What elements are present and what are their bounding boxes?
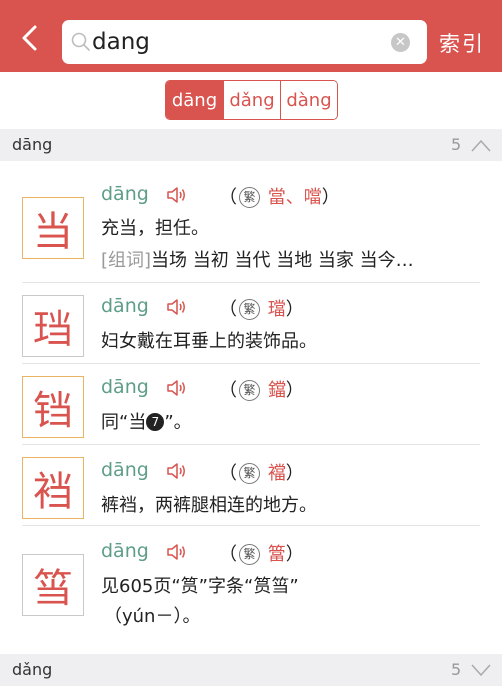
entry-pinyin: dāng (101, 459, 149, 481)
search-icon (71, 32, 90, 51)
chevron-up-icon[interactable] (470, 136, 492, 154)
section-header-dang-tone3[interactable]: dǎng 5 (0, 654, 502, 686)
speaker-icon[interactable] (166, 461, 188, 481)
entry-definition: 妇女戴在耳垂上的装饰品。 (101, 331, 317, 352)
section-count: 5 (451, 660, 462, 679)
traditional-form: （繁 襠） (219, 463, 304, 484)
traditional-form: （繁 當、噹） (219, 187, 340, 208)
top-bar: ✕ 索引 (0, 0, 502, 72)
character-box: 筜 (22, 554, 84, 616)
section-pinyin-label: dāng (12, 135, 53, 154)
chevron-down-icon[interactable] (470, 661, 492, 679)
character-box: 当 (22, 197, 84, 259)
search-input[interactable] (92, 25, 382, 59)
tone-tabs: dāng dǎng dàng (165, 80, 338, 120)
entry-definition: 充当，担任。 (101, 218, 209, 239)
character-box: 铛 (22, 376, 84, 438)
tab-dang-tone4[interactable]: dàng (280, 81, 337, 119)
entry-definition: 见605页“筼”字条“筼筜” (101, 576, 299, 597)
list-item[interactable]: 铛 dāng （繁 鐺） 同“当 7”。 (0, 364, 502, 444)
list-item[interactable]: 当 dāng （繁 當、噹） 充当，担任。 [组词]当场 当初 当代 当地 当家… (0, 177, 502, 282)
compound-words[interactable]: [组词]当场 当初 当代 当地 当家 当今… (101, 246, 414, 272)
section-count: 5 (451, 135, 462, 154)
index-button[interactable]: 索引 (439, 28, 485, 58)
entry-pinyin: dāng (101, 183, 149, 205)
clear-search-icon[interactable]: ✕ (391, 33, 410, 52)
tab-dang-tone3[interactable]: dǎng (223, 81, 280, 119)
entry-definition: 裤裆，两裤腿相连的地方。 (101, 495, 317, 516)
sense-number-badge: 7 (146, 413, 165, 431)
tab-dang-tone1[interactable]: dāng (166, 81, 223, 119)
back-arrow-icon[interactable] (16, 24, 44, 52)
speaker-icon[interactable] (166, 297, 188, 317)
search-box[interactable]: ✕ (62, 20, 427, 64)
section-header-dang-tone1[interactable]: dāng 5 (0, 129, 502, 161)
traditional-form: （繁 璫） (219, 299, 304, 320)
list-item[interactable]: 裆 dāng （繁 襠） 裤裆，两裤腿相连的地方。 (0, 445, 502, 525)
entry-pinyin: dāng (101, 540, 149, 562)
speaker-icon[interactable] (166, 378, 188, 398)
traditional-form: （繁 鐺） (219, 380, 304, 401)
speaker-icon[interactable] (166, 185, 188, 205)
traditional-form: （繁 簹） (219, 544, 304, 565)
entry-definition: 同“当 7”。 (101, 412, 192, 433)
list-item[interactable]: 珰 dāng （繁 璫） 妇女戴在耳垂上的装饰品。 (0, 283, 502, 363)
entry-pinyin: dāng (101, 295, 149, 317)
section-pinyin-label: dǎng (12, 660, 53, 679)
list-item[interactable]: 筜 dāng （繁 簹） 见605页“筼”字条“筼筜” （yún－）。 (0, 526, 502, 638)
character-box: 裆 (22, 457, 84, 519)
entry-definition-continued: （yún－）。 (104, 606, 201, 627)
entry-pinyin: dāng (101, 376, 149, 398)
character-box: 珰 (22, 295, 84, 357)
speaker-icon[interactable] (166, 542, 188, 562)
